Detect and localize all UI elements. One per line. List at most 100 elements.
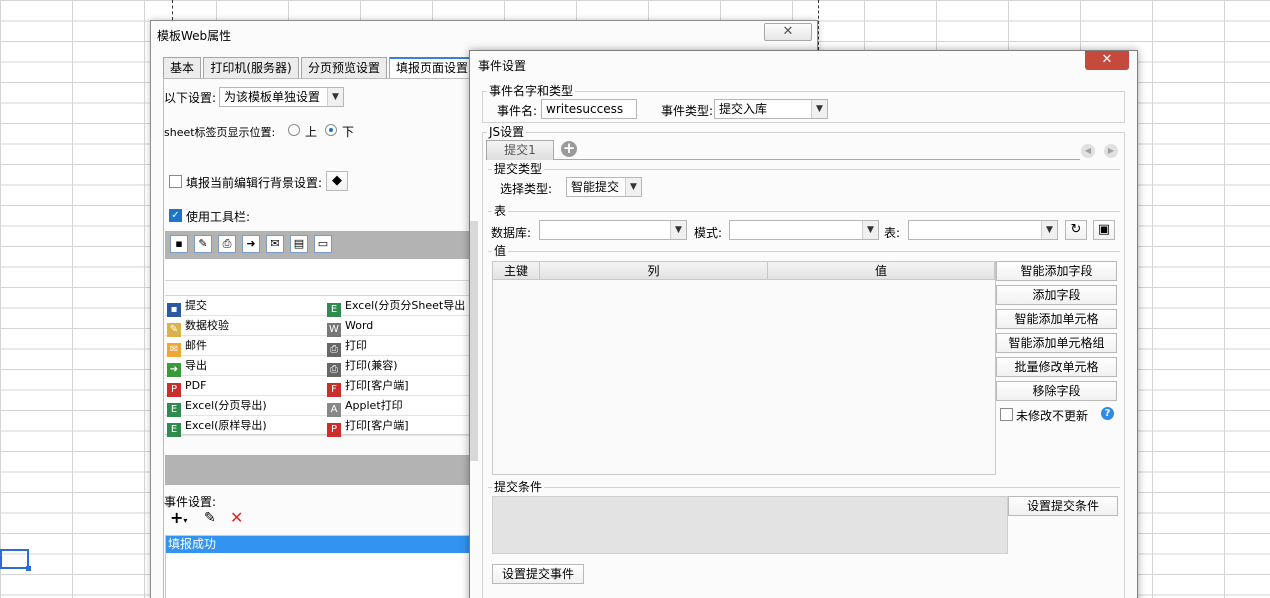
radio-top[interactable]	[288, 124, 300, 136]
btn-excel-original[interactable]: E Excel(原样导出)	[167, 418, 267, 437]
chevron-down-icon: ▼	[862, 221, 878, 239]
save-icon[interactable]: ▪	[170, 235, 188, 253]
btn-print[interactable]: ⎙ 打印	[327, 338, 367, 357]
batch-modify-cell-button[interactable]: 批量修改单元格	[996, 357, 1117, 377]
selected-cell[interactable]	[0, 549, 29, 569]
tab-basic[interactable]: 基本	[163, 57, 201, 79]
add-field-button[interactable]: 添加字段	[996, 285, 1117, 305]
pencil-icon[interactable]: ✎	[194, 235, 212, 253]
group-title: JS设置	[487, 125, 527, 139]
select-type-value: 智能提交	[571, 180, 620, 194]
mail-icon[interactable]: ✉	[266, 235, 284, 253]
event-name-label: 事件名:	[497, 104, 538, 118]
tab-page-preview[interactable]: 分页预览设置	[301, 57, 387, 79]
scrollbar[interactable]	[470, 221, 478, 461]
print-icon: ⎙	[327, 363, 341, 377]
tab-divider	[554, 159, 1080, 160]
next-tab-icon[interactable]: ▶	[1104, 144, 1118, 158]
field-table: 主键 列 值	[492, 261, 996, 475]
chevron-down-icon: ▼	[327, 88, 343, 106]
fill-bg-checkbox[interactable]	[169, 175, 182, 188]
event-name-input[interactable]: writesuccess	[541, 99, 637, 119]
window-icon[interactable]: ▭	[314, 235, 332, 253]
page-break-line	[818, 0, 819, 50]
event-item-selected[interactable]: 填报成功	[166, 536, 472, 553]
toolbar-bottom-preview	[165, 455, 473, 485]
add-icon[interactable]: +▾	[170, 508, 187, 527]
schema-select[interactable]: ▼	[729, 220, 879, 240]
pencil-icon: ✎	[167, 323, 181, 337]
help-icon[interactable]: ?	[1101, 407, 1114, 420]
column-header-column[interactable]: 列	[540, 262, 768, 280]
no-update-label: 未修改不更新	[1016, 409, 1089, 423]
use-toolbar-label: 使用工具栏:	[186, 210, 251, 224]
remove-field-button[interactable]: 移除字段	[996, 381, 1117, 401]
excel-icon: E	[167, 423, 181, 437]
btn-validate[interactable]: ✎ 数据校验	[167, 318, 229, 337]
tab-fill-page-settings[interactable]: 填报页面设置	[389, 57, 475, 79]
chevron-down-icon: ▼	[670, 221, 686, 239]
btn-print-compat[interactable]: ⎙ 打印(兼容)	[327, 358, 398, 377]
set-submit-event-button[interactable]: 设置提交事件	[492, 564, 584, 584]
btn-mail[interactable]: ✉ 邮件	[167, 338, 207, 357]
list-item: ✉ 邮件 ⎙ 打印	[165, 336, 473, 357]
btn-export[interactable]: ➜ 导出	[167, 358, 207, 377]
set-submit-condition-button[interactable]: 设置提交条件	[1008, 496, 1118, 516]
btn-excel-sheet[interactable]: E Excel(分页分Sheet导出	[327, 298, 465, 317]
radio-bottom[interactable]	[325, 124, 337, 136]
btn-print-client-pdf[interactable]: P 打印[客户端]	[327, 418, 409, 437]
fill-bg-label: 填报当前编辑行背景设置:	[186, 176, 323, 190]
event-type-value: 提交入库	[719, 102, 768, 116]
preview-icon[interactable]: ▣	[1093, 220, 1115, 240]
value-group: 值	[488, 244, 1120, 261]
submit-condition-box	[492, 496, 1008, 554]
group-title: 提交条件	[492, 480, 545, 494]
smart-add-cell-button[interactable]: 智能添加单元格	[996, 309, 1117, 329]
table-select[interactable]: ▼	[908, 220, 1058, 240]
sheet-position-label: sheet标签页显示位置:	[164, 126, 276, 139]
btn-print-client[interactable]: F 打印[客户端]	[327, 378, 409, 397]
print-icon: ⎙	[327, 343, 341, 357]
no-update-checkbox[interactable]	[1000, 408, 1013, 421]
btn-pdf[interactable]: P PDF	[167, 378, 206, 397]
column-header-key[interactable]: 主键	[493, 262, 540, 280]
column-header-value[interactable]: 值	[768, 262, 995, 280]
fill-page-settings-panel: 以下设置: 为该模板单独设置 ▼ sheet标签页显示位置: 上 下 填报当前编…	[163, 78, 473, 598]
btn-excel-page[interactable]: E Excel(分页导出)	[167, 398, 267, 417]
paint-bucket-icon[interactable]: ◆	[326, 171, 348, 191]
dialog-title: 模板Web属性	[157, 29, 232, 43]
select-type-select[interactable]: 智能提交 ▼	[566, 177, 642, 197]
schema-label: 模式:	[694, 226, 723, 240]
prev-tab-icon[interactable]: ◀	[1081, 144, 1095, 158]
tab-printer-server[interactable]: 打印机(服务器)	[203, 57, 299, 79]
layout-icon[interactable]: ▤	[290, 235, 308, 253]
fill-handle[interactable]	[26, 566, 31, 571]
event-settings-dialog: 事件设置 ✕ 事件名字和类型 事件名: writesuccess 事件类型: 提…	[469, 50, 1138, 598]
export-icon[interactable]: ➜	[242, 235, 260, 253]
export-icon: ➜	[167, 363, 181, 377]
event-type-select[interactable]: 提交入库 ▼	[714, 99, 828, 119]
print-icon[interactable]: ⎙	[218, 235, 236, 253]
refresh-icon[interactable]: ↻	[1065, 220, 1087, 240]
add-tab-icon[interactable]: +	[561, 141, 577, 157]
settings-select[interactable]: 为该模板单独设置 ▼	[219, 87, 344, 107]
tab-submit-1[interactable]: 提交1	[486, 140, 554, 160]
dialog-title: 事件设置	[478, 59, 527, 73]
radio-top-label: 上	[305, 125, 318, 139]
edit-icon[interactable]: ✎	[204, 510, 216, 526]
mail-icon: ✉	[167, 343, 181, 357]
smart-add-field-button[interactable]: 智能添加字段	[996, 261, 1117, 281]
group-title: 表	[492, 204, 509, 218]
smart-add-cell-group-button[interactable]: 智能添加单元格组	[996, 333, 1117, 353]
use-toolbar-checkbox[interactable]: ✓	[169, 209, 182, 222]
close-button[interactable]: ✕	[764, 23, 812, 41]
list-item: ✎ 数据校验 W Word	[165, 316, 473, 337]
list-item: E Excel(分页导出) A Applet打印	[165, 396, 473, 417]
delete-icon[interactable]: ✕	[230, 508, 243, 527]
btn-applet-print[interactable]: A Applet打印	[327, 398, 403, 417]
btn-submit[interactable]: ▪ 提交	[167, 298, 207, 317]
close-button[interactable]: ✕	[1085, 51, 1129, 70]
group-title: 事件名字和类型	[487, 84, 576, 98]
db-select[interactable]: ▼	[539, 220, 687, 240]
btn-word[interactable]: W Word	[327, 318, 373, 337]
